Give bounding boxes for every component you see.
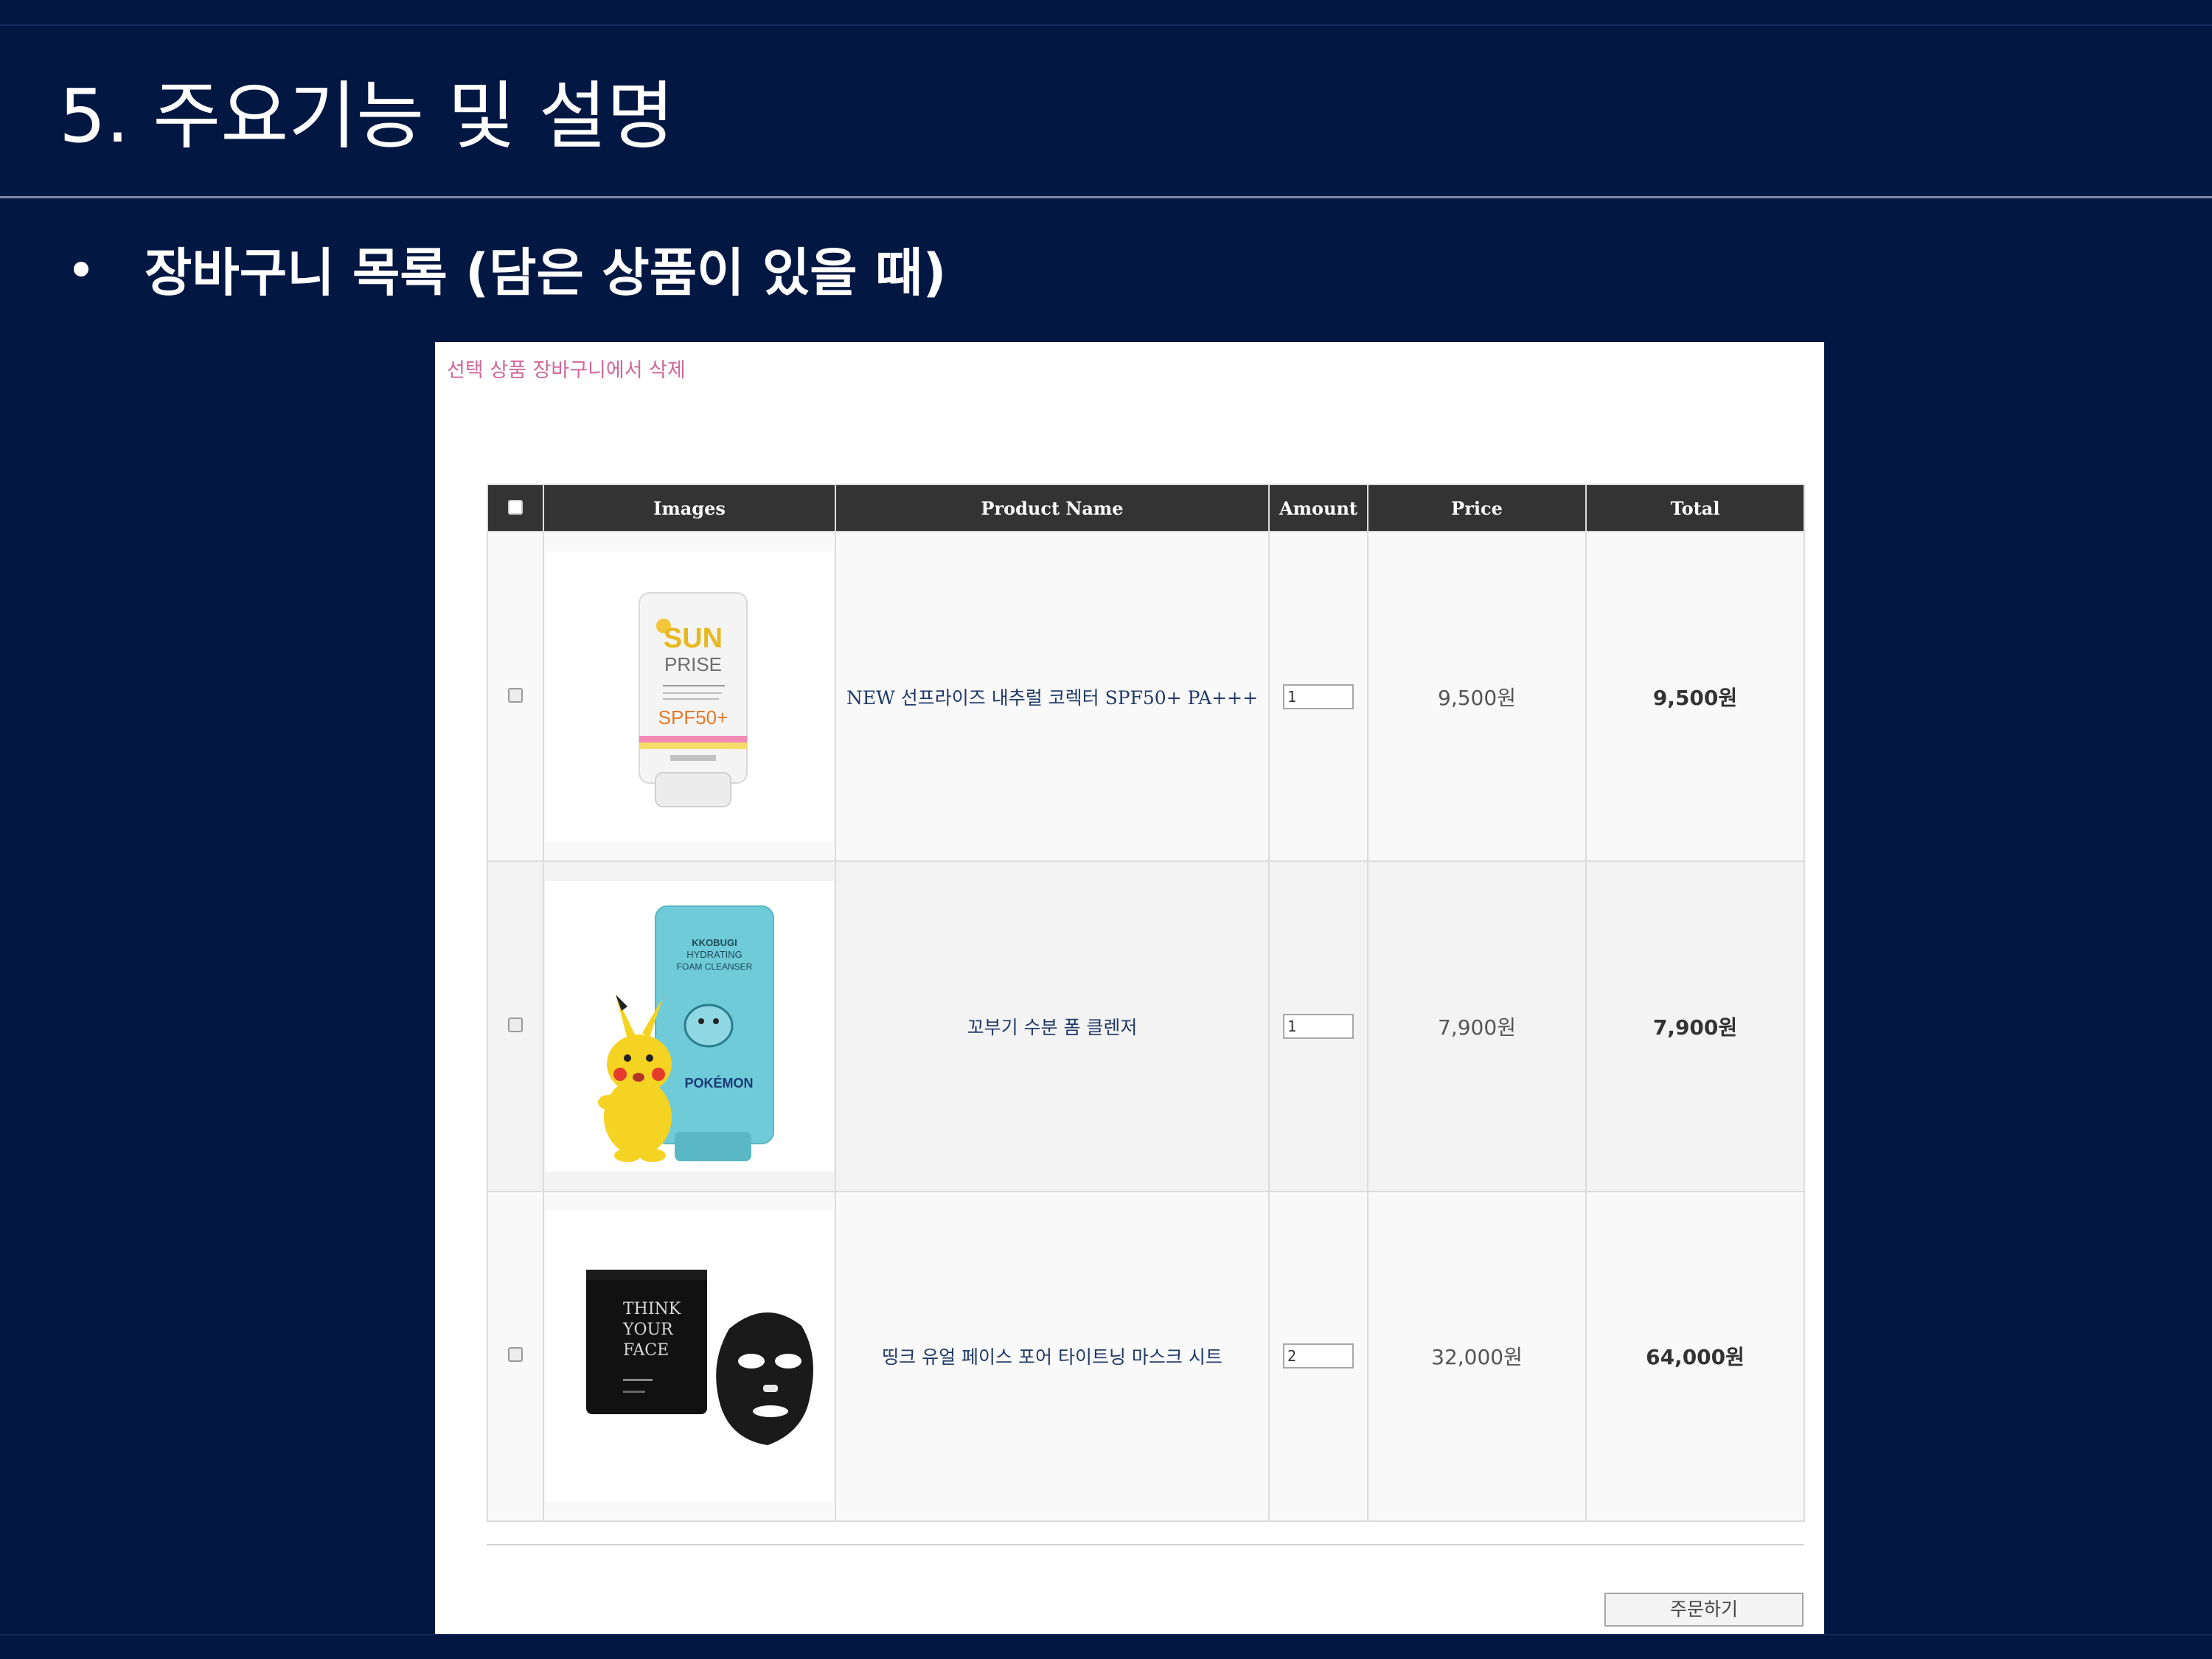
image-cell: THINK YOUR FACE	[543, 1190, 836, 1523]
quantity-input[interactable]	[1283, 1343, 1354, 1369]
select-all-header	[487, 484, 544, 532]
total-cell: 7,900원	[1585, 860, 1805, 1192]
total-cell: 9,500원	[1585, 530, 1805, 863]
product-name-cell: NEW 선프라이즈 내추럴 코렉터 SPF50+ PA+++	[835, 530, 1270, 863]
select-all-checkbox[interactable]	[508, 499, 523, 515]
column-header-total: Total	[1585, 484, 1805, 532]
table-row: KKOBUGI HYDRATING FOAM CLEANSER POKÉMON	[487, 860, 1805, 1192]
table-row: SUN PRISE SPF50+ NEW 선프라이즈 내추럴 코렉터 SPF50…	[487, 530, 1805, 863]
product-name-link[interactable]: NEW 선프라이즈 내추럴 코렉터 SPF50+ PA+++	[846, 687, 1258, 709]
table-header-row: Images Product Name Amount Price Total	[487, 484, 1805, 532]
product-name-link[interactable]: 꼬부기 수분 폼 클렌저	[967, 1017, 1138, 1038]
bullet-text: 장바구니 목록 (담은 상품이 있을 때)	[145, 243, 947, 303]
svg-text:KKOBUGI: KKOBUGI	[692, 937, 737, 948]
svg-text:FACE: FACE	[623, 1341, 669, 1360]
line-total: 7,900원	[1652, 1015, 1738, 1040]
cart-screenshot: 선택 상품 장바구니에서 삭제 Images Product Name Amou…	[435, 342, 1824, 1634]
unit-price: 9,500원	[1438, 685, 1516, 710]
amount-cell	[1268, 1190, 1368, 1523]
row-select-cell	[487, 1190, 544, 1523]
column-header-images: Images	[543, 484, 836, 532]
price-cell: 32,000원	[1367, 1190, 1587, 1523]
sunscreen-tube-image[interactable]: SUN PRISE SPF50+	[545, 551, 834, 842]
row-checkbox[interactable]	[508, 1347, 523, 1363]
amount-cell	[1268, 860, 1368, 1192]
price-cell: 7,900원	[1367, 860, 1587, 1192]
row-select-cell	[487, 530, 544, 863]
unit-price: 32,000원	[1431, 1345, 1523, 1370]
svg-text:PRISE: PRISE	[664, 653, 722, 675]
bullet-icon	[74, 262, 88, 276]
unit-price: 7,900원	[1438, 1015, 1516, 1040]
price-cell: 9,500원	[1367, 530, 1587, 863]
product-name-cell: 꼬부기 수분 폼 클렌저	[835, 860, 1270, 1192]
slide-title: 5. 주요기능 및 설명	[59, 73, 675, 159]
table-row: THINK YOUR FACE 띵크 유얼 페이스 포어 타이트닝 마스크 시트…	[487, 1190, 1805, 1523]
total-cell: 64,000원	[1585, 1190, 1805, 1523]
amount-cell	[1268, 530, 1368, 863]
row-checkbox[interactable]	[508, 1017, 523, 1032]
product-name-cell: 띵크 유얼 페이스 포어 타이트닝 마스크 시트	[835, 1190, 1270, 1523]
line-total: 64,000원	[1646, 1345, 1745, 1370]
cart-footer-divider	[487, 1544, 1804, 1545]
top-divider	[0, 24, 2212, 26]
product-name-link[interactable]: 띵크 유얼 페이스 포어 타이트닝 마스크 시트	[882, 1346, 1222, 1368]
svg-text:FOAM CLEANSER: FOAM CLEANSER	[677, 961, 753, 972]
row-checkbox[interactable]	[508, 687, 523, 703]
delete-selected-link[interactable]: 선택 상품 장바구니에서 삭제	[447, 354, 686, 383]
svg-text:YOUR: YOUR	[622, 1321, 674, 1339]
line-total: 9,500원	[1652, 685, 1738, 710]
svg-text:HYDRATING: HYDRATING	[686, 949, 742, 960]
foam-cleanser-pokemon-image[interactable]: KKOBUGI HYDRATING FOAM CLEANSER POKÉMON	[545, 880, 834, 1172]
row-select-cell	[487, 860, 544, 1192]
black-mask-sheet-image[interactable]: THINK YOUR FACE	[545, 1211, 834, 1502]
cart-table: Images Product Name Amount Price Total S…	[487, 484, 1805, 1523]
order-button[interactable]: 주문하기	[1604, 1593, 1804, 1627]
image-cell: KKOBUGI HYDRATING FOAM CLEANSER POKÉMON	[543, 860, 836, 1192]
svg-text:POKÉMON: POKÉMON	[684, 1075, 753, 1091]
svg-text:SUN: SUN	[664, 623, 723, 654]
image-cell: SUN PRISE SPF50+	[543, 530, 836, 863]
column-header-amount: Amount	[1268, 484, 1368, 532]
svg-text:THINK: THINK	[623, 1300, 681, 1318]
quantity-input[interactable]	[1283, 684, 1354, 709]
svg-text:SPF50+: SPF50+	[658, 706, 728, 728]
bottom-divider	[0, 1634, 2212, 1635]
column-header-product-name: Product Name	[835, 484, 1270, 532]
column-header-price: Price	[1367, 484, 1587, 532]
title-divider	[0, 196, 2212, 198]
quantity-input[interactable]	[1283, 1013, 1354, 1039]
